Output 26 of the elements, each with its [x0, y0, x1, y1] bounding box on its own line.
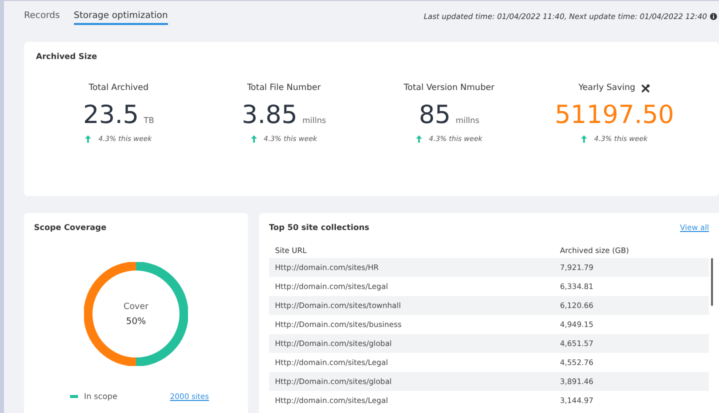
card-title: Top 50 site collections: [269, 223, 370, 232]
up-arrow-icon: [250, 135, 257, 143]
tools-icon[interactable]: [641, 84, 650, 92]
donut-value: 50%: [126, 316, 146, 326]
card-title: Archived Size: [36, 52, 98, 61]
stat-label: Total Version Nmuber: [404, 83, 494, 93]
info-icon[interactable]: [710, 12, 717, 20]
stat-unit: TB: [144, 116, 154, 125]
stat-value: 85: [418, 100, 451, 129]
stat-value: 51197.50: [554, 100, 674, 129]
donut-label: Cover: [124, 302, 148, 312]
stat-label: Yearly Saving: [578, 83, 636, 93]
stat-label: Total File Number: [247, 83, 321, 93]
stat-label: Total Archived: [88, 83, 148, 93]
up-arrow-icon: [416, 135, 422, 143]
stat-unit: millns: [456, 116, 480, 125]
stat-unit: millns: [302, 116, 326, 125]
legend-label: In scope: [84, 392, 118, 401]
up-arrow-icon: [85, 135, 92, 143]
stat-value: 23.5: [83, 100, 139, 129]
stat-value: 3.85: [242, 100, 298, 129]
tab[interactable]: Storage optimization: [74, 8, 168, 24]
card-title: Scope Coverage: [34, 223, 108, 232]
up-arrow-icon: [581, 135, 588, 143]
scrollbar[interactable]: [711, 258, 713, 306]
tab[interactable]: Records: [24, 8, 60, 24]
